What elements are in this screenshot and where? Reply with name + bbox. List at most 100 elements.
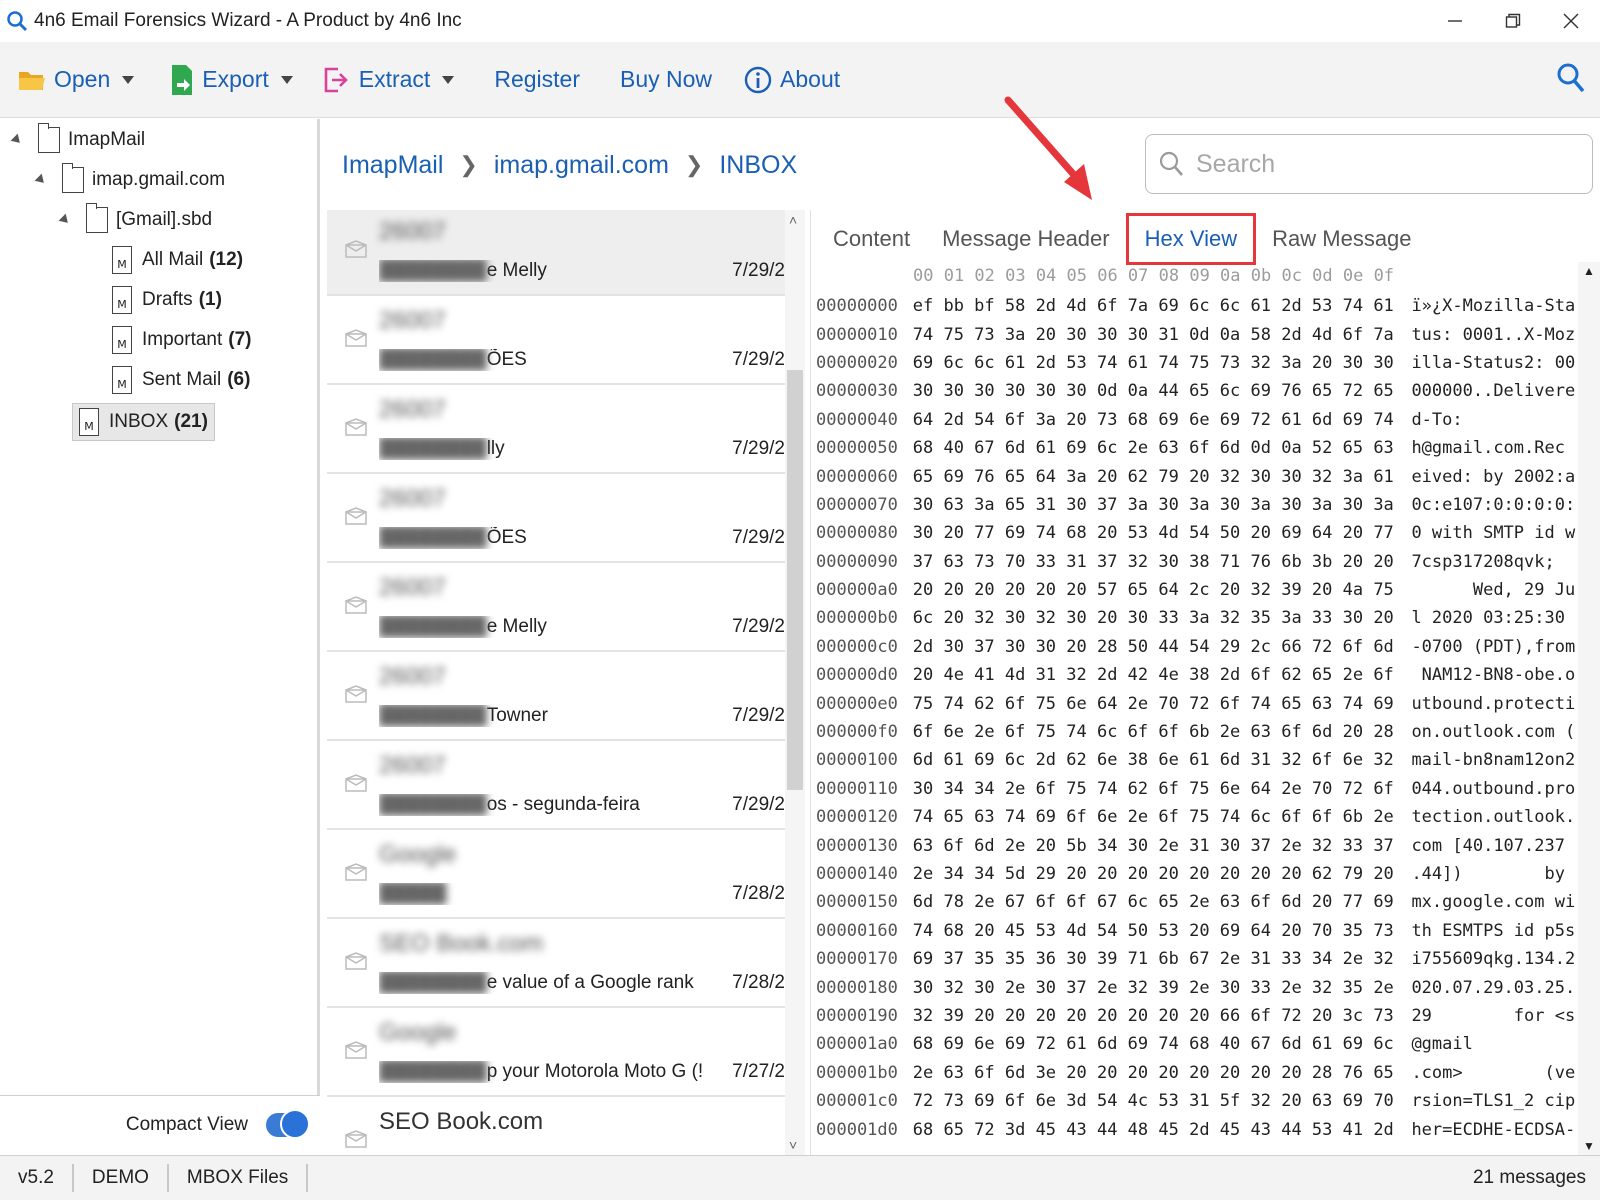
list-item[interactable]: 26007 ████████e Melly 7/29/2: [327, 566, 785, 652]
tab-content[interactable]: Content: [817, 213, 926, 265]
chevron-down-icon[interactable]: [280, 75, 293, 84]
hex-scrollbar[interactable]: ▲ ▼: [1578, 262, 1600, 1155]
message-sender: 26007: [379, 218, 446, 245]
extract-button[interactable]: Extract: [311, 42, 467, 118]
message-subject-text: Towner: [486, 705, 548, 726]
tree-item-count: (7): [228, 329, 252, 350]
hex-bytes: 20 4e 41 4d 31 32 2d 42 4e 38 2d 6f 62 6…: [912, 665, 1394, 686]
tree-item-important[interactable]: M Important (7): [112, 323, 252, 357]
hex-ascii: tection.outlook.: [1411, 807, 1576, 828]
envelope-icon: [345, 1041, 367, 1059]
list-item[interactable]: 26007 ████████e Melly 7/29/2: [327, 210, 785, 296]
export-button[interactable]: Export: [158, 42, 304, 118]
hex-bytes: 6c 20 32 30 32 30 20 30 33 3a 32 35 3a 3…: [912, 608, 1394, 629]
breadcrumb-item[interactable]: INBOX: [719, 151, 797, 180]
hex-ascii: d-To:: [1411, 409, 1463, 430]
list-item[interactable]: SEO Book.com ████████e value of a Google …: [327, 922, 785, 1008]
tree-item-drafts[interactable]: M Drafts (1): [112, 283, 222, 317]
scrollbar-thumb[interactable]: [787, 370, 803, 790]
open-button[interactable]: Open: [6, 42, 146, 118]
breadcrumb-item[interactable]: imap.gmail.com: [494, 151, 669, 180]
hex-ascii: 7csp317208qvk;: [1411, 551, 1555, 572]
tab-message-header[interactable]: Message Header: [926, 213, 1126, 265]
expand-arrow-icon[interactable]: [58, 213, 72, 227]
redacted-text: ████████: [379, 438, 487, 459]
hex-ascii: eived: by 2002:a: [1411, 466, 1576, 487]
hex-bytes: 30 20 77 69 74 68 20 53 4d 54 50 20 69 6…: [912, 523, 1394, 544]
tree-item-count: (6): [227, 369, 251, 390]
tab-raw-message[interactable]: Raw Message: [1256, 213, 1427, 265]
hex-row: 00000020 69 6c 6c 61 2d 53 74 61 74 75 73…: [816, 349, 1576, 377]
chevron-down-icon[interactable]: [122, 75, 135, 84]
about-label: About: [780, 66, 841, 92]
list-item[interactable]: Google █████ 7/28/2: [327, 833, 785, 919]
chevron-right-icon: ❯: [459, 152, 478, 177]
register-button[interactable]: Register: [474, 42, 592, 118]
redacted-text: ████████: [379, 972, 487, 993]
hex-ascii: ï»¿X-Mozilla-Sta: [1411, 296, 1576, 317]
list-item[interactable]: Google ████████p your Motorola Moto G (! 7…: [327, 1011, 785, 1097]
hex-bytes: 63 6f 6d 2e 20 5b 34 30 2e 31 30 37 2e 3…: [912, 835, 1394, 856]
compact-view-toggle[interactable]: [266, 1108, 310, 1139]
search-icon: [1159, 151, 1183, 176]
tree-item-sent-mail[interactable]: M Sent Mail (6): [112, 363, 250, 397]
buy-now-button[interactable]: Buy Now: [600, 42, 724, 118]
tree-node-account[interactable]: imap.gmail.com: [34, 163, 225, 197]
search-field[interactable]: [1145, 134, 1593, 194]
hex-row: 00000110 30 34 34 2e 6f 75 74 62 6f 75 6e…: [816, 775, 1576, 803]
list-item[interactable]: 26007 ████████ÕES 7/29/2: [327, 299, 785, 385]
tree-item-all-mail[interactable]: M All Mail (12): [112, 243, 243, 277]
tree-item-label: INBOX: [109, 411, 169, 432]
hex-offset: 000000a0: [816, 580, 898, 601]
mbox-file-icon: M: [112, 246, 132, 274]
hex-bytes: 2e 34 34 5d 29 20 20 20 20 20 20 20 20 6…: [912, 864, 1394, 884]
expand-arrow-icon[interactable]: [10, 133, 24, 147]
message-list-scrollbar[interactable]: ˄ ˅: [785, 210, 805, 1155]
tree-item-inbox[interactable]: M INBOX (21): [72, 403, 215, 441]
message-subject: ████████Towner: [379, 705, 719, 727]
list-item[interactable]: 26007 ████████Towner 7/29/2: [327, 655, 785, 741]
chevron-down-icon[interactable]: [442, 75, 455, 84]
message-sender: 26007: [379, 752, 446, 779]
hex-ascii: -0700 (PDT),from: [1411, 636, 1576, 657]
minimize-icon[interactable]: [1426, 0, 1484, 42]
hex-row: 000000a0 20 20 20 20 20 20 57 65 64 2c 20…: [816, 576, 1576, 604]
search-icon[interactable]: [1556, 62, 1586, 99]
search-input[interactable]: [1196, 149, 1576, 179]
tree-node-gmail-sbd[interactable]: [Gmail].sbd: [58, 203, 212, 237]
restore-icon[interactable]: [1484, 0, 1542, 42]
close-icon[interactable]: [1542, 0, 1600, 42]
hex-ascii: th ESMTPS id p5s: [1411, 920, 1576, 941]
hex-bytes: 64 2d 54 6f 3a 20 73 68 69 6e 69 72 61 6…: [912, 409, 1394, 430]
list-item[interactable]: SEO Book.com████████: [327, 1100, 785, 1155]
hex-ascii: .44]) by: [1411, 864, 1565, 884]
hex-row: 000001a0 68 69 6e 69 72 61 6d 69 74 68 40…: [816, 1030, 1576, 1058]
hex-ascii: her=ECDHE-ECDSA-: [1411, 1119, 1576, 1140]
list-item[interactable]: 26007 ████████os - segunda-feira 7/29/2: [327, 744, 785, 830]
folder-icon: [61, 163, 84, 193]
hex-bytes: 6f 6e 2e 6f 75 74 6c 6f 6f 6b 2e 63 6f 6…: [912, 722, 1394, 743]
list-item[interactable]: 26007 ████████lly 7/29/2: [327, 388, 785, 474]
hex-offset: 00000100: [816, 750, 898, 771]
version-label: v5.2: [0, 1164, 74, 1192]
list-item[interactable]: 26007 ████████ÕES 7/29/2: [327, 477, 785, 563]
hex-bytes: 30 63 3a 65 31 30 37 3a 30 3a 30 3a 30 3…: [912, 494, 1394, 515]
scroll-up-icon[interactable]: ▲: [1583, 264, 1595, 278]
hex-bytes: 30 34 34 2e 6f 75 74 62 6f 75 6e 64 2e 7…: [912, 778, 1394, 799]
mbox-file-icon: M: [112, 326, 132, 354]
tree-node-imapmail[interactable]: ImapMail: [10, 123, 145, 157]
expand-arrow-icon[interactable]: [34, 173, 48, 187]
hex-ascii: .com> (ve: [1411, 1062, 1576, 1083]
mbox-file-icon: M: [112, 366, 132, 394]
message-date: 7/29/2: [732, 616, 785, 637]
scroll-up-icon[interactable]: ˄: [789, 212, 797, 228]
scroll-down-icon[interactable]: ▼: [1583, 1139, 1595, 1153]
breadcrumb-item[interactable]: ImapMail: [342, 151, 443, 180]
breadcrumb: ImapMail ❯ imap.gmail.com ❯ INBOX: [342, 140, 797, 190]
scroll-down-icon[interactable]: ˅: [789, 1137, 797, 1153]
message-subject-text: e Melly: [486, 616, 547, 637]
about-button[interactable]: About: [732, 42, 852, 118]
tab-hex-view[interactable]: Hex View: [1125, 213, 1257, 265]
tree-item-label: Drafts: [142, 289, 193, 310]
hex-row: 00000000 ef bb bf 58 2d 4d 6f 7a 69 6c 6c…: [816, 292, 1576, 320]
